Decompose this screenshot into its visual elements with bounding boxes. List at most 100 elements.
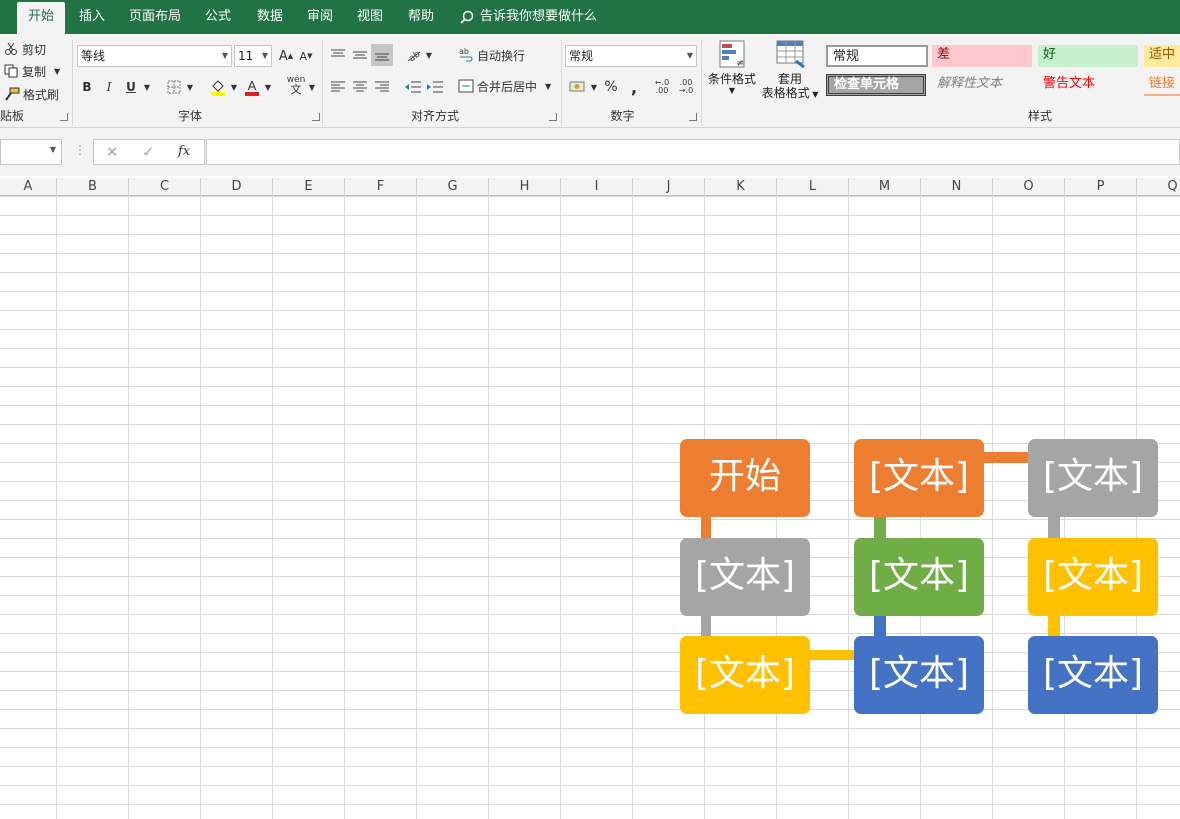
underline-icon[interactable]: U	[124, 76, 138, 98]
merge-center-label: 合并后居中	[477, 79, 538, 94]
cell-grid[interactable]	[0, 196, 1180, 819]
smartart-node[interactable]: [文本]	[1028, 636, 1158, 714]
font-color-icon[interactable]: A	[243, 76, 261, 98]
column-header[interactable]: E	[273, 178, 345, 196]
smartart-node[interactable]: [文本]	[854, 538, 984, 616]
cut-button[interactable]: 剪切	[4, 40, 46, 58]
style-normal[interactable]: 常规	[826, 45, 928, 67]
smartart-node[interactable]: [文本]	[854, 636, 984, 714]
number-format-select[interactable]: 常规 ▼	[565, 45, 697, 67]
column-header[interactable]: M	[849, 178, 921, 196]
tab-review[interactable]: 审阅	[300, 0, 340, 34]
align-middle-icon[interactable]	[351, 44, 369, 66]
copy-button[interactable]: 复制 ▼	[4, 62, 60, 80]
name-box[interactable]: ▼	[0, 139, 62, 165]
column-header[interactable]: H	[489, 178, 561, 196]
style-link[interactable]: 链接	[1144, 74, 1180, 96]
tell-me-search[interactable]: 告诉我你想要做什么	[460, 0, 597, 34]
conditional-format-button[interactable]: ≠ 条件格式 ▼	[707, 39, 757, 105]
decrease-indent-icon[interactable]	[404, 76, 422, 98]
style-bad[interactable]: 差	[932, 45, 1032, 67]
copy-dropdown-icon[interactable]: ▼	[54, 67, 60, 76]
italic-icon[interactable]: I	[102, 76, 116, 98]
align-left-icon[interactable]	[329, 76, 347, 98]
decrease-font-icon[interactable]: A ▼	[298, 45, 314, 67]
formula-input[interactable]	[206, 139, 1180, 165]
fill-color-icon[interactable]	[208, 76, 228, 98]
decrease-decimal-icon[interactable]: .00 →.0	[677, 76, 695, 98]
column-header[interactable]: A	[0, 178, 57, 196]
font-size-value: 11	[238, 49, 254, 63]
column-header[interactable]: L	[777, 178, 849, 196]
column-header[interactable]: J	[633, 178, 705, 196]
phonetic-icon[interactable]: wén 文	[286, 74, 306, 96]
column-header[interactable]: I	[561, 178, 633, 196]
percent-icon[interactable]: %	[603, 76, 619, 98]
accounting-format-icon[interactable]	[568, 76, 588, 98]
chevron-down-icon[interactable]: ▼	[307, 76, 317, 98]
formula-bar-area: ▼ ⋮ ✕ ✓ fx	[0, 128, 1180, 176]
font-launcher-icon[interactable]	[312, 113, 320, 121]
number-launcher-icon[interactable]	[689, 113, 697, 121]
smartart-node[interactable]: [文本]	[1028, 538, 1158, 616]
tab-home[interactable]: 开始	[17, 2, 65, 34]
scissors-icon	[5, 42, 17, 55]
cancel-icon[interactable]: ✕	[106, 143, 119, 161]
align-bottom-icon[interactable]	[371, 44, 393, 66]
conditional-format-label: 条件格式	[707, 72, 756, 86]
style-neutral[interactable]: 适中	[1144, 45, 1180, 67]
chevron-down-icon[interactable]: ▼	[185, 76, 195, 98]
alignment-launcher-icon[interactable]	[549, 113, 557, 121]
increase-font-icon[interactable]: A ▲	[278, 45, 294, 67]
style-good[interactable]: 好	[1038, 45, 1138, 67]
smartart-node[interactable]: [文本]	[854, 439, 984, 517]
font-size-select[interactable]: 11 ▼	[234, 45, 272, 67]
column-header[interactable]: K	[705, 178, 777, 196]
tab-insert[interactable]: 插入	[72, 0, 112, 34]
align-right-icon[interactable]	[373, 76, 391, 98]
column-header[interactable]: P	[1065, 178, 1137, 196]
smartart-node[interactable]: [文本]	[680, 538, 810, 616]
style-warning[interactable]: 警告文本	[1038, 74, 1138, 96]
column-header[interactable]: Q	[1137, 178, 1180, 196]
smartart-node[interactable]: [文本]	[1028, 439, 1158, 517]
borders-icon[interactable]	[166, 76, 182, 98]
insert-function-icon[interactable]: fx	[178, 144, 190, 159]
align-center-icon[interactable]	[351, 76, 369, 98]
bold-icon[interactable]: B	[80, 76, 94, 98]
tab-page-layout[interactable]: 页面布局	[124, 0, 186, 34]
tab-help[interactable]: 帮助	[401, 0, 441, 34]
divider	[561, 40, 562, 126]
column-header[interactable]: N	[921, 178, 993, 196]
chevron-down-icon[interactable]: ▼	[229, 76, 239, 98]
orientation-icon[interactable]: ab	[405, 44, 423, 66]
comma-style-icon[interactable]: ,	[627, 76, 641, 98]
column-header[interactable]: D	[201, 178, 273, 196]
chevron-down-icon[interactable]: ▼	[589, 76, 599, 98]
column-header[interactable]: B	[57, 178, 129, 196]
merge-center-button[interactable]: 合并后居中 ▼	[458, 76, 551, 96]
tab-view[interactable]: 视图	[350, 0, 390, 34]
chevron-down-icon[interactable]: ▼	[142, 76, 152, 98]
tab-formulas[interactable]: 公式	[198, 0, 238, 34]
chevron-down-icon[interactable]: ▼	[263, 76, 273, 98]
align-top-icon[interactable]	[329, 44, 347, 66]
font-name-select[interactable]: 等线 ▼	[77, 45, 232, 67]
style-check-cell[interactable]: 检查单元格	[826, 74, 926, 96]
style-explanatory[interactable]: 解释性文本	[932, 74, 1032, 96]
column-header[interactable]: O	[993, 178, 1065, 196]
format-painter-button[interactable]: 格式刷	[4, 85, 59, 103]
increase-indent-icon[interactable]	[426, 76, 444, 98]
wrap-text-button[interactable]: ab 自动换行	[458, 45, 525, 65]
column-header[interactable]: F	[345, 178, 417, 196]
enter-icon[interactable]: ✓	[142, 143, 155, 161]
smartart-node[interactable]: [文本]	[680, 636, 810, 714]
column-header[interactable]: C	[129, 178, 201, 196]
increase-decimal-icon[interactable]: ←.0.00	[653, 76, 671, 98]
format-as-table-button[interactable]: 套用 表格格式 ▼	[758, 39, 822, 105]
tab-data[interactable]: 数据	[250, 0, 290, 34]
clipboard-launcher-icon[interactable]	[60, 113, 68, 121]
smartart-node-start[interactable]: 开始	[680, 439, 810, 517]
chevron-down-icon[interactable]: ▼	[424, 44, 434, 66]
column-header[interactable]: G	[417, 178, 489, 196]
